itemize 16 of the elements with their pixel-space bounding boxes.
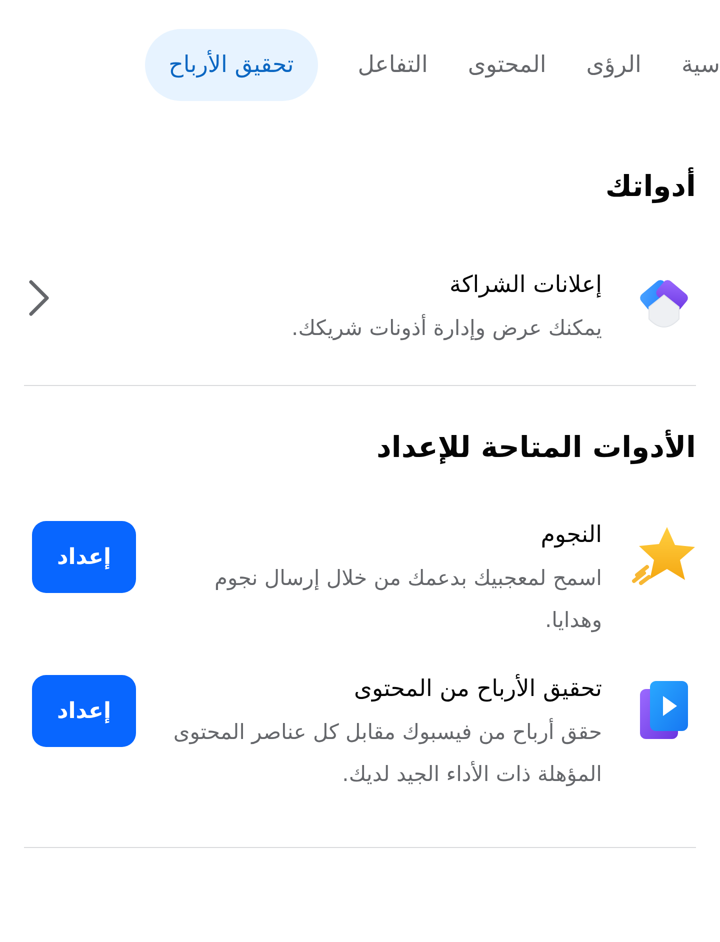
setup-button[interactable]: إعداد [32, 675, 136, 747]
item-title: إعلانات الشراكة [448, 270, 602, 300]
chevron-icon[interactable] [28, 278, 50, 316]
item-description: يمكنك عرض وإدارة أذونات شريكك. [290, 313, 602, 342]
setup-button[interactable]: إعداد [32, 521, 136, 593]
section-heading: الأدوات المتاحة للإعداد [376, 428, 696, 466]
tab[interactable]: المحتوى [468, 29, 546, 101]
item-description: حقق أرباح من فيسبوك مقابل كل عناصر المحتوى المؤهلة ذات الأداء الجيد لديك. [172, 717, 602, 788]
item-title: تحقيق الأرباح من المحتوى [352, 673, 602, 704]
tab[interactable]: تحقيق الأرباح [144, 29, 318, 101]
tab[interactable]: التفاعل [358, 29, 428, 101]
item-description: اسمح لمعجبيك بدعمك من خلال إرسال نجوم وهدايا. [214, 565, 602, 634]
tab[interactable]: سية [681, 29, 720, 101]
item-title: النجوم [540, 521, 602, 550]
section-heading: أدواتك [604, 166, 696, 206]
tab[interactable]: الرؤى [586, 29, 642, 101]
